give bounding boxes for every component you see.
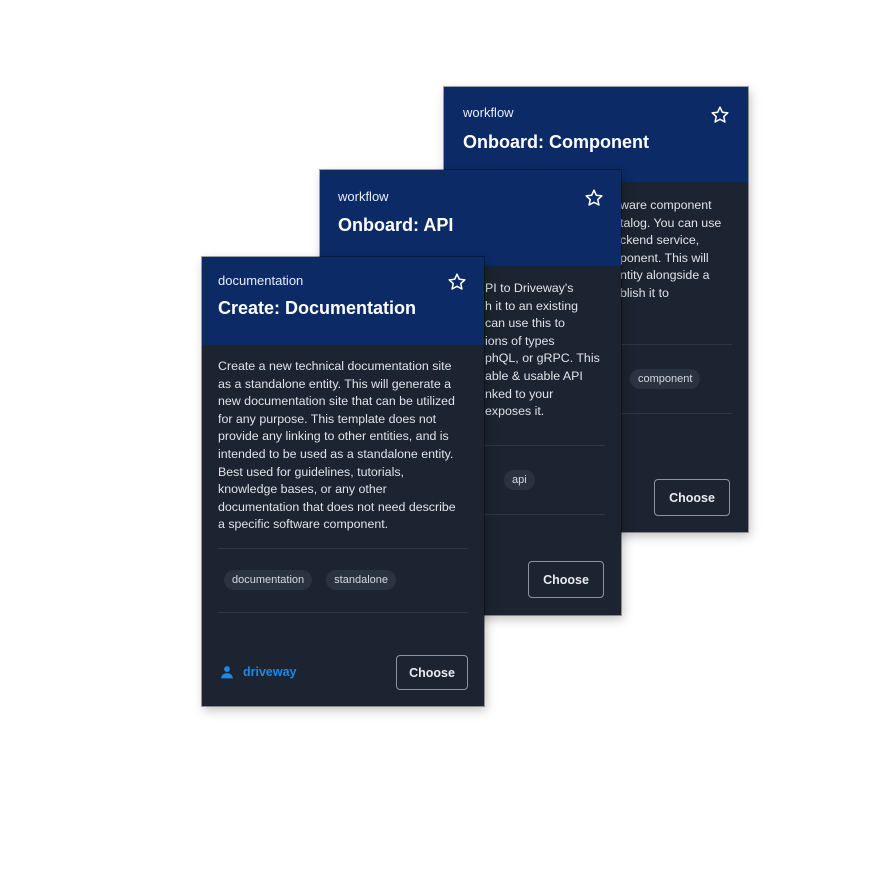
card-description: Create a new technical documentation sit… xyxy=(218,358,476,534)
description-line: Best used for guidelines, tutorials, xyxy=(218,464,404,479)
tag-chip[interactable]: component xyxy=(630,369,701,389)
card-title: Create: Documentation xyxy=(218,298,417,318)
tag-chip[interactable]: documentation xyxy=(224,570,313,590)
card-type: workflow xyxy=(463,105,514,120)
owner-link[interactable]: driveway xyxy=(220,665,297,679)
description-line: documentation that does not need describ… xyxy=(218,499,456,514)
description-line: nked to your xyxy=(485,386,554,401)
description-line: ware component xyxy=(620,198,712,212)
tag-chip[interactable]: api xyxy=(504,470,535,490)
choose-button[interactable]: Choose xyxy=(396,655,468,690)
template-gallery: workflow Onboard: Component ware compone… xyxy=(0,0,875,875)
description-line: exposes it. xyxy=(485,404,545,419)
description-line: ckend service, xyxy=(620,233,700,248)
description-line: provide any linking to other entities, a… xyxy=(218,429,449,444)
description-line: ntity alongside a xyxy=(620,268,710,283)
owner-name: driveway xyxy=(243,665,297,679)
card-type: documentation xyxy=(218,273,304,288)
tag-list: component xyxy=(630,369,701,389)
description-line: for any purpose. This template does not xyxy=(218,411,437,426)
choose-button[interactable]: Choose xyxy=(654,479,730,516)
description-line: intended to be used as a standalone enti… xyxy=(218,446,454,461)
card-title: Onboard: API xyxy=(338,215,454,235)
card-header: workflow Onboard: Component xyxy=(444,87,748,182)
divider xyxy=(218,612,468,613)
card-type: workflow xyxy=(338,189,389,204)
description-line: a specific software component. xyxy=(218,517,389,532)
description-line: new documentation site that can be utili… xyxy=(218,394,455,409)
card-header: documentation Create: Documentation xyxy=(202,257,484,345)
card-description: ware component talog. You can use ckend … xyxy=(620,197,740,303)
description-line: ponent. This will xyxy=(620,250,709,265)
description-line: h it to an existing xyxy=(485,298,578,313)
description-line: can use this to xyxy=(485,316,565,331)
description-line: PI to Driveway's xyxy=(485,281,574,295)
star-outline-icon[interactable] xyxy=(447,272,467,292)
star-outline-icon[interactable] xyxy=(584,188,604,208)
description-line: phQL, or gRPC. This xyxy=(485,351,600,366)
description-line: able & usable API xyxy=(485,368,583,383)
description-line: Create a new technical documentation sit… xyxy=(218,359,452,373)
tag-chip[interactable]: standalone xyxy=(326,570,396,590)
description-line: knowledge bases, or any other xyxy=(218,482,387,497)
template-card-create-documentation: documentation Create: Documentation Crea… xyxy=(202,257,484,706)
card-description: PI to Driveway's h it to an existing can… xyxy=(485,280,615,421)
choose-button[interactable]: Choose xyxy=(528,561,604,598)
card-title: Onboard: Component xyxy=(463,132,649,152)
tag-list: documentation standalone xyxy=(224,570,396,590)
description-line: as a standalone entity. This will genera… xyxy=(218,376,452,391)
divider xyxy=(218,548,468,549)
star-outline-icon[interactable] xyxy=(710,105,730,125)
description-line: ions of types xyxy=(485,333,555,348)
tag-list: api xyxy=(504,470,535,490)
card-header: workflow Onboard: API xyxy=(320,170,621,266)
user-icon xyxy=(221,666,233,679)
description-line: talog. You can use xyxy=(620,215,722,230)
description-line: blish it to xyxy=(620,285,669,300)
